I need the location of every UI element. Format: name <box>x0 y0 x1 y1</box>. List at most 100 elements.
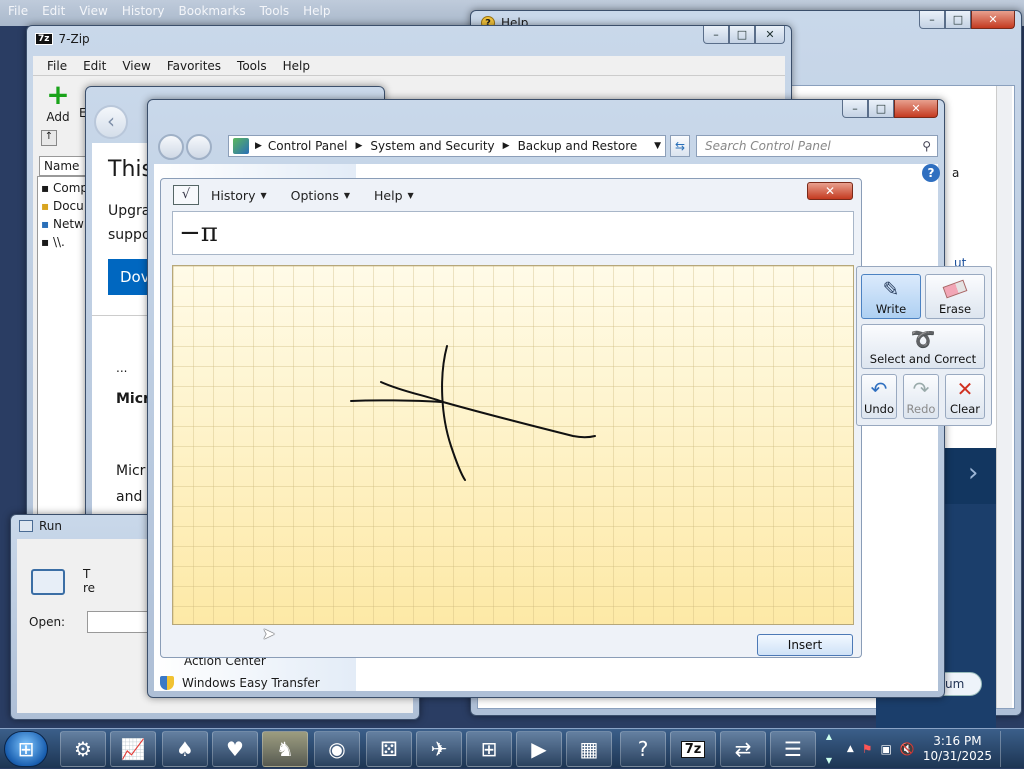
zip-menu-view[interactable]: View <box>114 59 158 73</box>
undo-icon: ↶ <box>870 376 888 401</box>
clock[interactable]: 3:16 PM 10/31/2025 <box>923 734 992 764</box>
zip-menu-help[interactable]: Help <box>275 59 318 73</box>
zip-menu-edit[interactable]: Edit <box>75 59 114 73</box>
help-icon[interactable]: ? <box>922 164 940 182</box>
zip-menu-favorites[interactable]: Favorites <box>159 59 229 73</box>
upgrade-text-line2: suppo <box>108 227 151 243</box>
zip-caption-buttons: – □ ✕ <box>703 26 785 44</box>
start-button[interactable]: ⊞ <box>4 731 48 767</box>
show-desktop-button[interactable] <box>1000 731 1010 767</box>
select-correct-button[interactable]: ➰ Select and Correct <box>861 324 985 369</box>
computer-icon: ▪ <box>41 181 50 195</box>
zip-close-button[interactable]: ✕ <box>755 26 785 44</box>
redo-icon: ↷ <box>912 376 930 401</box>
zip-add-button[interactable]: + Add <box>41 78 75 125</box>
browser-menu-help[interactable]: Help <box>303 4 330 18</box>
writing-area[interactable] <box>172 265 854 625</box>
taskbar-game-icon[interactable]: ♠ <box>162 731 208 767</box>
taskbar-chess-icon[interactable]: ♞ <box>262 731 308 767</box>
clear-x-icon: ✕ <box>956 376 974 401</box>
taskbar-media-icon[interactable]: ▶ <box>516 731 562 767</box>
insert-button[interactable]: Insert <box>757 634 853 656</box>
write-button[interactable]: ✎ Write <box>861 274 921 319</box>
menu-help[interactable]: Help ▼ <box>362 188 426 203</box>
taskbar-cards-icon[interactable]: ♥ <box>212 731 258 767</box>
cp-minimize-button[interactable]: – <box>842 100 868 118</box>
math-close-button[interactable]: ✕ <box>807 182 853 200</box>
breadcrumb-separator-icon: ▶ <box>502 141 510 151</box>
help-close-button[interactable]: ✕ <box>971 11 1015 29</box>
zip-menubar: File Edit View Favorites Tools Help <box>33 56 785 76</box>
help-next-chevron-icon[interactable]: › <box>968 458 978 488</box>
cp-back-button[interactable] <box>158 134 184 160</box>
ink-stroke <box>350 399 442 403</box>
taskbar-math-input-icon[interactable]: ☰ <box>770 731 816 767</box>
taskbar-transfer-icon[interactable]: ⇄ <box>720 731 766 767</box>
menu-options[interactable]: Options ▼ <box>279 188 362 203</box>
taskbar-dice-icon[interactable]: ⚄ <box>366 731 412 767</box>
zip-minimize-button[interactable]: – <box>703 26 729 44</box>
refresh-icon[interactable]: ⇆ <box>670 135 690 157</box>
browser-menu-view[interactable]: View <box>79 4 107 18</box>
help-minimize-button[interactable]: – <box>919 11 945 29</box>
browser-menu-file[interactable]: File <box>8 4 28 18</box>
menu-history[interactable]: History ▼ <box>199 188 279 203</box>
help-maximize-button[interactable]: □ <box>945 11 971 29</box>
taskbar-help-icon[interactable]: ? <box>620 731 666 767</box>
search-icon[interactable]: ⚲ <box>922 139 931 153</box>
zip-maximize-button[interactable]: □ <box>729 26 755 44</box>
undo-button[interactable]: ↶ Undo <box>861 374 897 419</box>
erase-button[interactable]: Erase <box>925 274 985 319</box>
redo-button[interactable]: ↷ Redo <box>903 374 939 419</box>
handwritten-ink <box>350 345 596 481</box>
help-caption-buttons: – □ ✕ <box>919 11 1015 29</box>
browser-menu-edit[interactable]: Edit <box>42 4 65 18</box>
address-dropdown-icon[interactable]: ▼ <box>654 141 661 151</box>
cp-caption-buttons: – □ ✕ <box>842 100 938 118</box>
browser-menu-tools[interactable]: Tools <box>260 4 290 18</box>
show-hidden-icons[interactable]: ▲ <box>847 744 854 754</box>
breadcrumb-separator-icon: ▶ <box>355 141 363 151</box>
zip-menu-file[interactable]: File <box>39 59 75 73</box>
breadcrumb-backup-restore[interactable]: Backup and Restore <box>518 139 638 153</box>
taskbar-windows-icon[interactable]: ⊞ <box>466 731 512 767</box>
taskbar-control-panel-icon[interactable]: ▦ <box>566 731 612 767</box>
plus-icon: + <box>46 78 70 111</box>
breadcrumb-separator-icon: ▶ <box>255 141 262 151</box>
taskbar-settings-icon[interactable]: ⚙ <box>60 731 106 767</box>
browser-menu-history[interactable]: History <box>122 4 165 18</box>
volume-muted-icon[interactable]: 🔇 <box>900 742 915 756</box>
taskbar-chart-app-icon[interactable]: 📈 <box>110 731 156 767</box>
taskbar-7zip-button[interactable]: 7z <box>670 731 716 767</box>
back-arrow-icon[interactable]: ‹ <box>94 105 128 139</box>
cp-forward-button[interactable] <box>186 134 212 160</box>
zip-menu-tools[interactable]: Tools <box>229 59 275 73</box>
taskbar-scroll-arrows[interactable]: ▲ ▼ <box>822 731 836 767</box>
link-windows-easy-transfer[interactable]: Windows Easy Transfer <box>160 676 320 690</box>
cp-maximize-button[interactable]: □ <box>868 100 894 118</box>
help-scrollbar[interactable] <box>996 86 1012 708</box>
action-center-flag-icon[interactable]: ⚑ <box>862 742 873 756</box>
breadcrumb-control-panel[interactable]: Control Panel <box>268 139 348 153</box>
cp-address-bar[interactable]: ▶ Control Panel ▶ System and Security ▶ … <box>228 135 666 157</box>
up-folder-icon[interactable]: ↑ <box>41 130 57 146</box>
run-description: T re <box>83 567 96 595</box>
breadcrumb-system-security[interactable]: System and Security <box>370 139 494 153</box>
run-open-label: Open: <box>29 615 66 629</box>
network-icon[interactable]: ▣ <box>881 742 892 756</box>
taskbar-browser-icon[interactable]: ◉ <box>314 731 360 767</box>
folder-icon: ▪ <box>41 199 50 213</box>
mouse-cursor-icon: ➤ <box>262 624 276 643</box>
chevron-down-icon: ▼ <box>407 190 414 200</box>
browser-menu-bookmarks[interactable]: Bookmarks <box>179 4 246 18</box>
taskbar-tools-icon[interactable]: ✈ <box>416 731 462 767</box>
math-input-panel: √ History ▼ Options ▼ Help ▼ ✕ −π Insert <box>160 178 862 658</box>
cp-close-button[interactable]: ✕ <box>894 100 938 118</box>
network-icon: ▪ <box>41 217 50 231</box>
cp-search-input[interactable]: Search Control Panel ⚲ <box>696 135 938 157</box>
help-partial-text: a <box>952 166 960 180</box>
zip-title: 7z 7-Zip <box>35 32 90 46</box>
clear-button[interactable]: ✕ Clear <box>945 374 985 419</box>
math-input-icon: √ <box>173 185 199 205</box>
control-panel-icon <box>233 138 249 154</box>
